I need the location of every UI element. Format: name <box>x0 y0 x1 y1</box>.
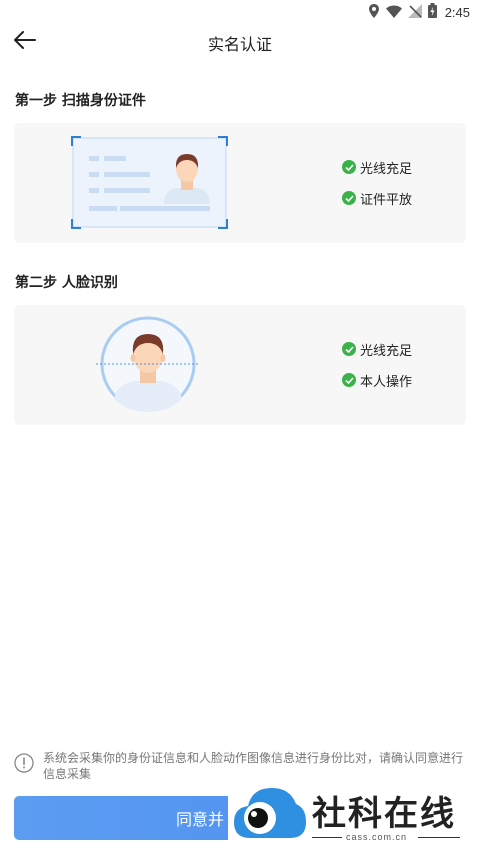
status-icons: 2:45 <box>368 2 470 22</box>
check-label: 本人操作 <box>360 374 413 390</box>
check-item: 证件平放 <box>342 188 412 208</box>
cloud-eye-logo-icon <box>232 780 306 848</box>
step1-title: 第一步 扫描身份证件 <box>15 93 146 109</box>
face-illustration <box>96 315 200 419</box>
watermark-line <box>418 837 460 838</box>
check-label: 光线充足 <box>360 161 413 177</box>
check-item: 光线充足 <box>342 339 412 359</box>
step2-title: 第二步 人脸识别 <box>15 275 118 291</box>
info-icon <box>14 753 34 773</box>
agree-button-label: 同意并 <box>175 810 224 829</box>
id-card-illustration <box>71 136 228 233</box>
check-item: 本人操作 <box>342 370 412 390</box>
app-bar: 实名认证 <box>0 24 480 60</box>
step1-checklist: 光线充足 证件平放 <box>342 157 412 219</box>
watermark-url: cass.com.cn <box>346 832 408 842</box>
watermark-text: 社科在线 <box>312 794 456 834</box>
check-item: 光线充足 <box>342 157 412 177</box>
watermark-line <box>312 837 342 838</box>
check-icon <box>342 342 356 356</box>
face-recognition-card[interactable]: 光线充足 本人操作 <box>14 305 466 425</box>
check-label: 光线充足 <box>360 343 413 359</box>
id-scan-card[interactable]: 光线充足 证件平放 <box>14 123 466 243</box>
status-time: 2:45 <box>444 4 470 20</box>
page-title: 实名认证 <box>207 35 272 54</box>
location-icon <box>368 3 380 22</box>
check-icon <box>342 160 356 174</box>
status-bar: 2:45 <box>0 0 480 24</box>
check-icon <box>342 191 356 205</box>
check-icon <box>342 373 356 387</box>
watermark: 社科在线 cass.com.cn <box>228 770 480 853</box>
wifi-icon <box>385 3 402 22</box>
no-signal-icon <box>407 3 422 22</box>
battery-icon <box>427 2 437 22</box>
check-label: 证件平放 <box>360 192 413 208</box>
step2-checklist: 光线充足 本人操作 <box>342 339 412 401</box>
